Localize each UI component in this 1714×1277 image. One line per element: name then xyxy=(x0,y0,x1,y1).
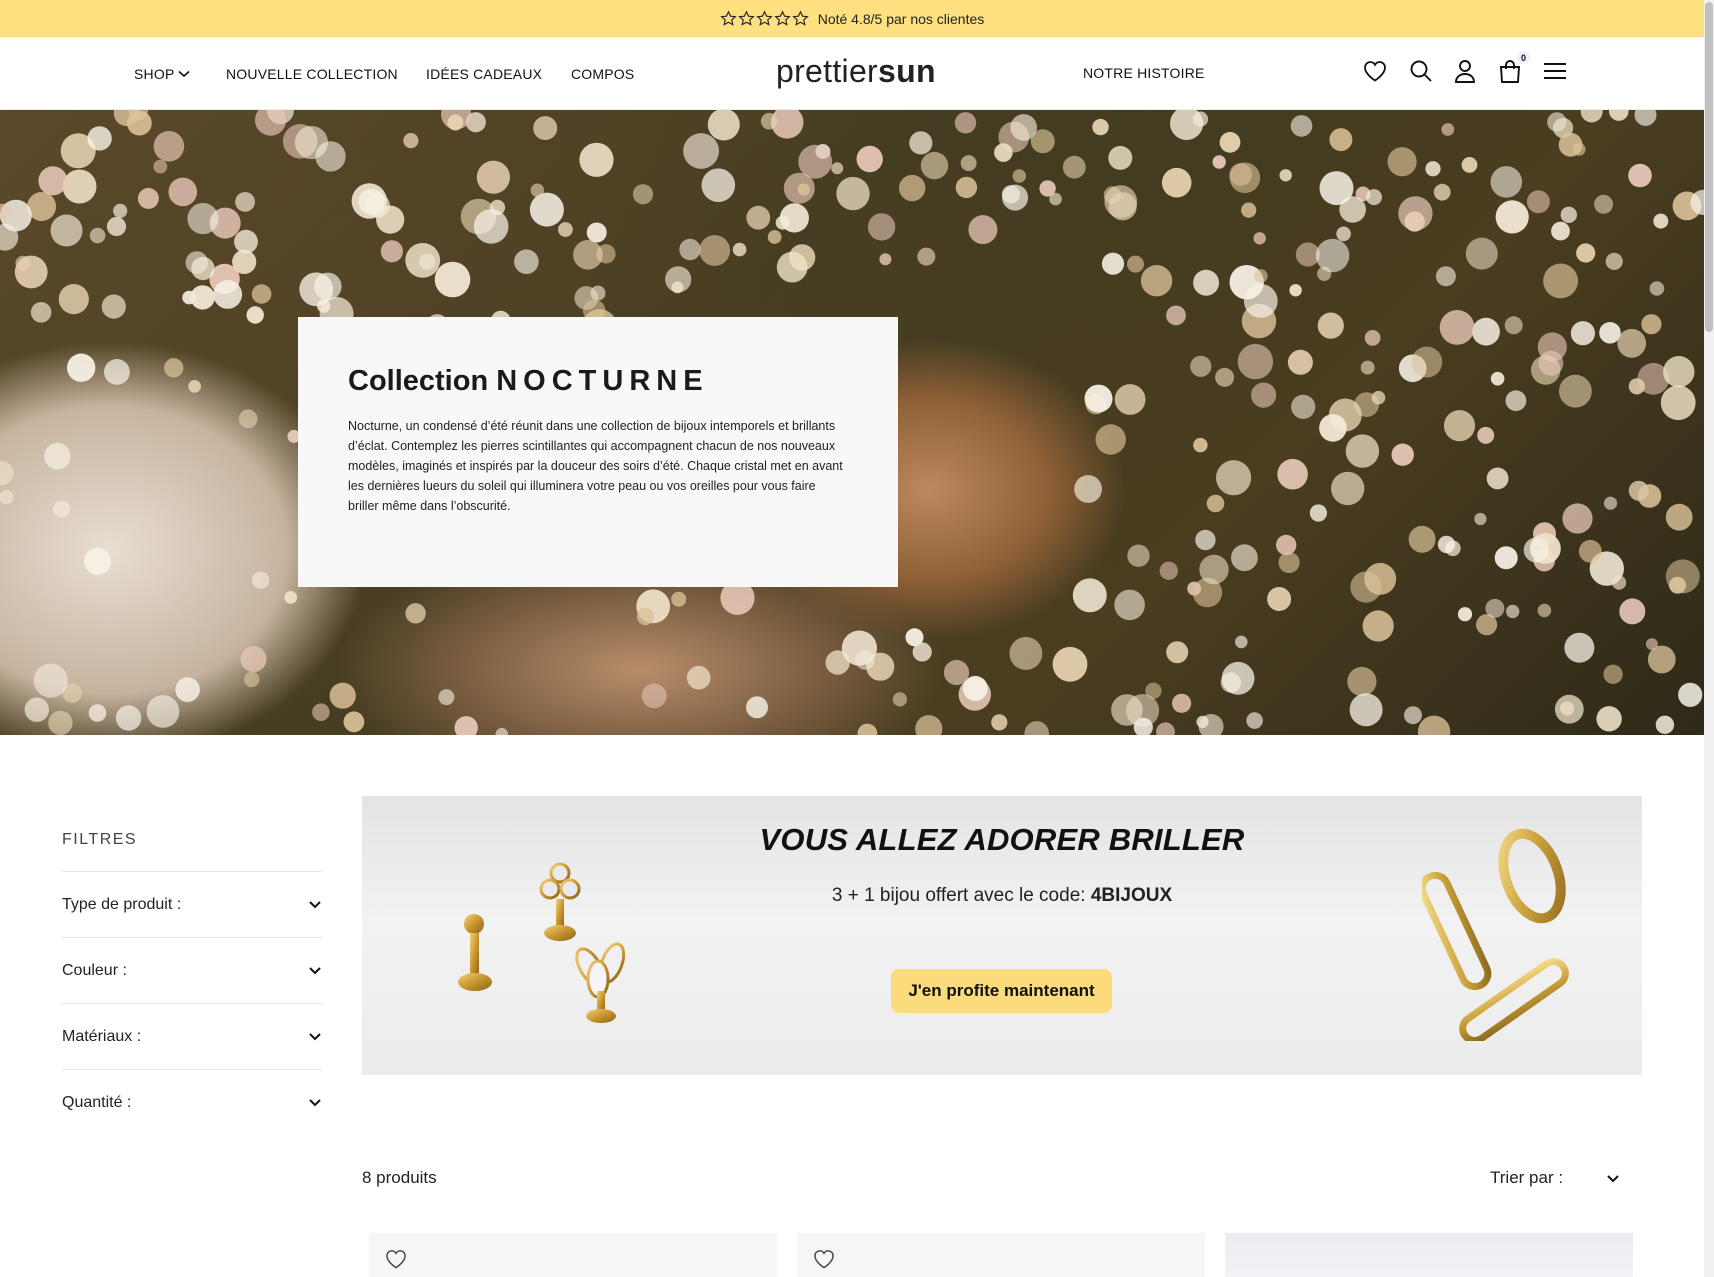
star-icon xyxy=(756,10,773,26)
rating-text: Noté 4.8/5 par nos clientes xyxy=(817,10,985,27)
star-icon xyxy=(738,10,755,26)
filter-label: Type de produit : xyxy=(62,895,182,913)
wishlist-add-button[interactable] xyxy=(813,1249,835,1274)
account-button[interactable] xyxy=(1451,57,1479,85)
menu-button[interactable] xyxy=(1541,57,1569,85)
promo-code: 4BIJOUX xyxy=(1090,885,1173,906)
nav-story[interactable]: NOTRE HISTOIRE xyxy=(1083,65,1205,81)
hero-description: Nocturne, un condensé d’été réunit dans … xyxy=(348,419,843,513)
promo-subtitle-text: 3 + 1 bijou offert avec le code: xyxy=(831,885,1086,906)
earrings-image xyxy=(458,862,626,1023)
nav-new-collection[interactable]: NOUVELLE COLLECTION xyxy=(226,66,398,82)
filter-product-type[interactable]: Type de produit : xyxy=(62,871,322,937)
nav-shop-label: SHOP xyxy=(134,66,175,82)
rating-stars xyxy=(720,10,809,27)
filter-color[interactable]: Couleur : xyxy=(62,937,322,1003)
star-icon xyxy=(792,10,809,26)
chevron-down-icon xyxy=(309,967,321,975)
product-card[interactable] xyxy=(797,1233,1205,1277)
page-scrollbar[interactable] xyxy=(1704,0,1714,1277)
search-icon xyxy=(1410,60,1432,82)
nav-shop[interactable]: SHOP xyxy=(134,66,191,82)
promo-cta-button[interactable]: J'en profite maintenant xyxy=(891,969,1112,1013)
hero-title-prefix: Collection xyxy=(348,365,489,397)
chevron-down-icon xyxy=(178,70,191,78)
hero-banner: Collection NOCTURNE Nocturne, un condens… xyxy=(0,110,1704,735)
site-logo[interactable]: prettiersun xyxy=(776,53,936,90)
promo-banner: VOUS ALLEZ ADORER BRILLER 3 + 1 bijou of… xyxy=(362,796,1642,1075)
star-icon xyxy=(774,10,791,26)
nav-compos[interactable]: COMPOS xyxy=(571,66,634,82)
product-card[interactable] xyxy=(369,1233,777,1277)
filter-label: Matériaux : xyxy=(62,1027,142,1045)
logo-bold: sun xyxy=(878,53,936,89)
product-count: 8 produits xyxy=(362,1168,437,1187)
wishlist-add-button[interactable] xyxy=(385,1249,407,1274)
wishlist-button[interactable] xyxy=(1361,57,1389,85)
heart-icon xyxy=(814,1250,834,1269)
announcement-bar: Noté 4.8/5 par nos clientes xyxy=(0,0,1704,37)
chevron-down-icon xyxy=(309,1033,321,1041)
promo-title: VOUS ALLEZ ADORER BRILLER xyxy=(759,822,1245,857)
filter-label: Couleur : xyxy=(62,961,127,979)
chevron-down-icon xyxy=(309,901,321,909)
hamburger-menu-icon xyxy=(1544,63,1566,79)
filters-heading: FILTRES xyxy=(62,831,138,848)
sort-label: Trier par : xyxy=(1490,1168,1564,1187)
shopping-bag-icon xyxy=(1499,60,1521,83)
sort-dropdown[interactable]: Trier par : xyxy=(1490,1168,1620,1188)
star-icon xyxy=(720,10,737,26)
scrollbar-thumb[interactable] xyxy=(1705,2,1713,332)
cart-button[interactable]: 0 xyxy=(1496,51,1530,85)
hero-title-word: NOCTURNE xyxy=(496,365,709,397)
search-button[interactable] xyxy=(1407,57,1435,85)
heart-icon xyxy=(386,1250,406,1269)
filter-materials[interactable]: Matériaux : xyxy=(62,1003,322,1069)
heart-icon xyxy=(1364,61,1386,82)
chevron-down-icon xyxy=(1607,1174,1619,1182)
user-icon xyxy=(1455,60,1475,83)
cart-count-badge: 0 xyxy=(1517,51,1530,64)
site-header: SHOP NOUVELLE COLLECTION IDÉES CADEAUX C… xyxy=(0,37,1704,110)
hero-card: Collection NOCTURNE Nocturne, un condens… xyxy=(298,317,898,587)
hero-title: Collection NOCTURNE xyxy=(348,365,848,398)
filter-label: Quantité : xyxy=(62,1093,132,1111)
filter-quantity[interactable]: Quantité : xyxy=(62,1069,322,1135)
product-card[interactable] xyxy=(1225,1233,1633,1277)
logo-light: prettier xyxy=(776,53,878,89)
promo-subtitle: 3 + 1 bijou offert avec le code: 4BIJOUX xyxy=(362,885,1642,907)
nav-gift-ideas[interactable]: IDÉES CADEAUX xyxy=(426,66,542,82)
chevron-down-icon xyxy=(309,1099,321,1107)
